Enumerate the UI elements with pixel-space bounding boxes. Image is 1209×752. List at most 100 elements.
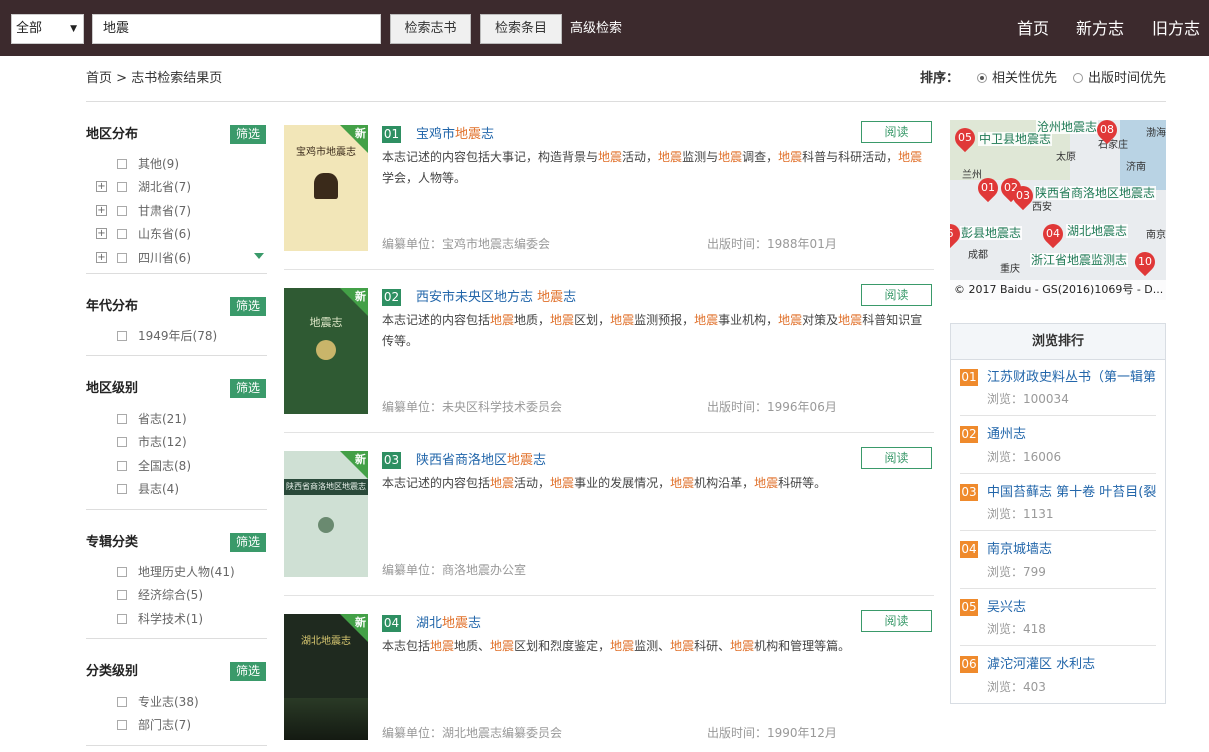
filter-title-era: 年代分布: [86, 299, 139, 314]
filter-title-level: 地区级别: [86, 381, 139, 396]
read-button[interactable]: 阅读: [861, 610, 932, 632]
ranking-title-link[interactable]: 江苏财政史料丛书（第一辑第: [987, 369, 1157, 386]
sort-label: 排序：: [920, 71, 960, 86]
description-text: 科普与科研活动，: [802, 150, 899, 164]
read-button[interactable]: 阅读: [861, 284, 932, 306]
result-title[interactable]: 宝鸡市地震志: [416, 126, 494, 143]
nav-home[interactable]: 首页: [1017, 14, 1049, 44]
result-title[interactable]: 陕西省商洛地区地震志: [416, 452, 546, 469]
filter-option[interactable]: 县志(4): [117, 481, 179, 497]
filter-option[interactable]: 1949年后(78): [117, 328, 217, 344]
checkbox-icon: [117, 331, 127, 341]
ranking-views: 浏览：403: [987, 680, 1046, 694]
expand-plus-icon[interactable]: +: [96, 181, 107, 192]
map-marker-label[interactable]: 沧州地震志: [1036, 120, 1099, 134]
ranking-number: 03: [960, 484, 978, 501]
result-number: 03: [382, 452, 401, 469]
search-input[interactable]: 地震: [92, 14, 381, 44]
expand-plus-icon[interactable]: +: [96, 228, 107, 239]
filter-divider: [86, 745, 267, 746]
result-divider: [284, 432, 934, 433]
breadcrumb-home[interactable]: 首页: [86, 71, 112, 86]
description-text: 机构和管理等篇。: [754, 639, 851, 653]
description-text: 机构沿革，: [694, 476, 755, 490]
book-cover[interactable]: 地震志 新: [284, 288, 368, 414]
ranking-title-link[interactable]: 中国苔藓志 第十卷 叶苔目(裂: [987, 484, 1157, 501]
read-button[interactable]: 阅读: [861, 121, 932, 143]
scope-select-value: 全部: [16, 21, 43, 36]
keyword-highlight: 地震: [694, 313, 719, 327]
filter-option[interactable]: 山东省(6): [117, 226, 191, 242]
new-badge: 新: [340, 614, 368, 642]
result-number: 01: [382, 126, 401, 143]
map-marker-label[interactable]: 湖北地震志: [1066, 224, 1129, 238]
results-map[interactable]: 渤海 太原 石家庄 济南 兰州 西安 成都 重庆 南京 中卫县地震志 沧州地震志…: [950, 120, 1166, 300]
keyword-highlight: 地震: [610, 639, 635, 653]
result-title[interactable]: 西安市未央区地方志 地震志: [416, 289, 576, 306]
scope-select[interactable]: 全部 ▼: [11, 14, 84, 44]
expand-plus-icon[interactable]: +: [96, 252, 107, 263]
filter-option[interactable]: 省志(21): [117, 411, 187, 427]
checkbox-icon: [117, 182, 127, 192]
ranking-number: 02: [960, 426, 978, 443]
advanced-search-link[interactable]: 高级检索: [570, 14, 622, 44]
book-cover[interactable]: 宝鸡市地震志 新: [284, 125, 368, 251]
result-divider: [284, 595, 934, 596]
sort-relevance-option[interactable]: 相关性优先: [977, 70, 1057, 88]
search-entries-button[interactable]: 检索条目: [480, 14, 562, 44]
filter-option[interactable]: 其他(9): [117, 156, 179, 172]
filter-button-era[interactable]: 筛选: [230, 297, 266, 316]
map-pin[interactable]: 10: [1130, 247, 1160, 277]
description-text: 活动，: [514, 476, 551, 490]
map-marker-label[interactable]: 浙江省地震监测志: [1030, 253, 1129, 267]
expand-plus-icon[interactable]: +: [96, 205, 107, 216]
filter-button-region[interactable]: 筛选: [230, 125, 266, 144]
nav-new-gazetteers[interactable]: 新方志: [1076, 14, 1124, 44]
description-text: 科研、: [694, 639, 731, 653]
filter-option[interactable]: 部门志(7): [117, 717, 191, 733]
map-marker-label[interactable]: 彭县地震志: [960, 226, 1023, 240]
read-button[interactable]: 阅读: [861, 447, 932, 469]
filter-option[interactable]: 全国志(8): [117, 458, 191, 474]
filter-option[interactable]: 经济综合(5): [117, 587, 203, 603]
expand-more-icon[interactable]: [254, 253, 264, 259]
description-text: 监测、: [634, 639, 671, 653]
filter-button-collection[interactable]: 筛选: [230, 533, 266, 552]
ranking-title-link[interactable]: 滹沱河灌区 水利志: [987, 656, 1157, 673]
map-pin[interactable]: 04: [1038, 219, 1068, 249]
checkbox-icon: [117, 229, 127, 239]
checkbox-icon: [117, 484, 127, 494]
filter-option[interactable]: 甘肃省(7): [117, 203, 191, 219]
ranking-views: 浏览：799: [987, 565, 1046, 579]
filter-button-level[interactable]: 筛选: [230, 379, 266, 398]
description-text: 事业的发展情况，: [574, 476, 671, 490]
ranking-title-link[interactable]: 吴兴志: [987, 599, 1157, 616]
ranking-title-link[interactable]: 通州志: [987, 426, 1157, 443]
sort-date-option[interactable]: 出版时间优先: [1073, 70, 1166, 88]
ranking-title: 浏览排行: [951, 324, 1165, 360]
book-cover[interactable]: 湖北地震志 新: [284, 614, 368, 740]
new-badge: 新: [340, 288, 368, 316]
filter-button-category[interactable]: 筛选: [230, 662, 266, 681]
result-description: 本志记述的内容包括地震活动，地震事业的发展情况，地震机构沿革，地震科研等。: [382, 473, 934, 494]
book-cover[interactable]: 陕西省商洛地区地震志 新: [284, 451, 368, 577]
filter-option[interactable]: 四川省(6): [117, 250, 191, 266]
description-text: 本志记述的内容包括大事记，构造背景与: [382, 150, 599, 164]
filter-option[interactable]: 专业志(38): [117, 694, 199, 710]
filter-option[interactable]: 市志(12): [117, 434, 187, 450]
map-marker-label[interactable]: 陕西省商洛地区地震志: [1034, 186, 1157, 200]
checkbox-icon: [117, 720, 127, 730]
result-title[interactable]: 湖北地震志: [416, 615, 481, 632]
filter-option[interactable]: 地理历史人物(41): [117, 564, 235, 580]
search-books-button[interactable]: 检索志书: [390, 14, 471, 44]
keyword-highlight: 地震: [490, 313, 515, 327]
ranking-number: 04: [960, 541, 978, 558]
result-divider: [284, 269, 934, 270]
new-badge: 新: [340, 451, 368, 479]
filter-option[interactable]: 湖北省(7): [117, 179, 191, 195]
filter-option[interactable]: 科学技术(1): [117, 611, 203, 627]
checkbox-icon: [117, 590, 127, 600]
ranking-title-link[interactable]: 南京城墙志: [987, 541, 1157, 558]
map-marker-label[interactable]: 中卫县地震志: [978, 132, 1053, 146]
nav-old-gazetteers[interactable]: 旧方志: [1152, 14, 1200, 44]
